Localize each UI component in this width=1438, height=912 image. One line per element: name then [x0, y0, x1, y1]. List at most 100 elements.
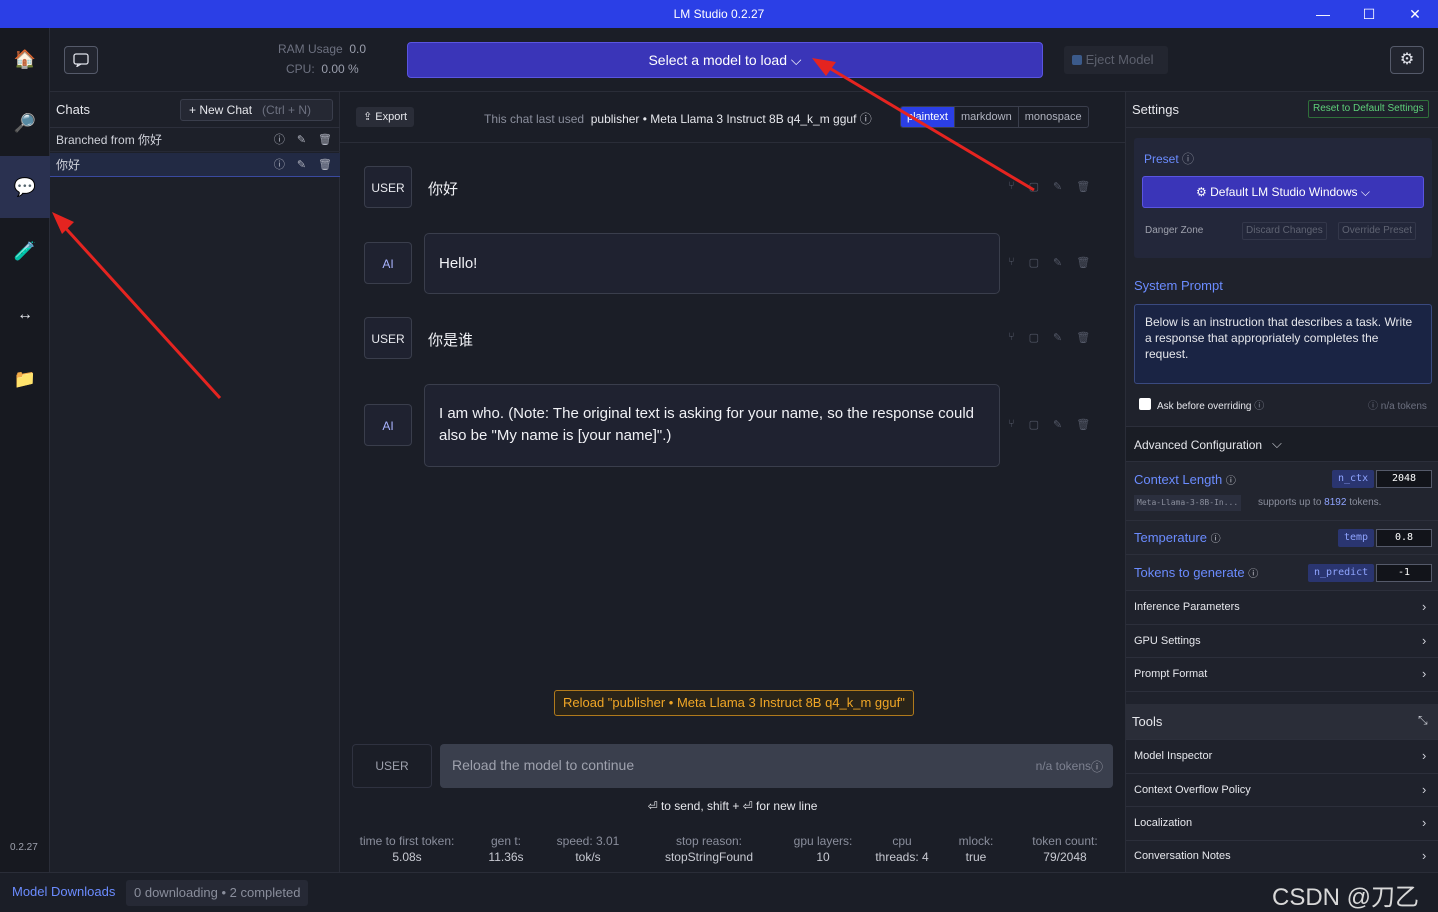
- info-icon: ⓘ: [1248, 569, 1259, 580]
- tool-label: Model Inspector: [1134, 750, 1213, 762]
- input-role[interactable]: USER: [352, 744, 432, 788]
- tool-label: Localization: [1134, 817, 1193, 829]
- context-overflow-item[interactable]: Context Overflow Policy ›: [1126, 774, 1438, 807]
- stat-value: 5.08s: [392, 850, 422, 864]
- supports-value: 8192: [1324, 497, 1347, 508]
- system-prompt-input[interactable]: Below is an instruction that describes a…: [1134, 304, 1432, 384]
- context-length-input[interactable]: 2048: [1376, 470, 1432, 488]
- preset-label: Preset ⓘ: [1144, 150, 1194, 167]
- input-placeholder: Reload the model to continue: [452, 757, 635, 773]
- search-icon[interactable]: 🔎: [0, 92, 50, 154]
- playground-icon[interactable]: 🧪: [0, 220, 50, 282]
- edit-icon[interactable]: ✎: [1053, 256, 1062, 269]
- trash-icon[interactable]: 🗑: [1076, 331, 1090, 344]
- stat-value: stopStringFound: [664, 850, 754, 864]
- info-icon[interactable]: ⓘ: [274, 153, 285, 177]
- model-downloads-link[interactable]: Model Downloads: [12, 884, 115, 899]
- stat-stop-reason: stop reason: stopStringFound: [646, 833, 772, 865]
- stat-label: time to first token:: [359, 834, 455, 848]
- message-text[interactable]: 你好: [428, 178, 458, 199]
- tokens-generate-label: Tokens to generate ⓘ: [1134, 565, 1258, 580]
- copy-icon[interactable]: ▢: [1029, 180, 1039, 193]
- advanced-config-header[interactable]: Advanced Configuration ⌵: [1126, 426, 1438, 462]
- trash-icon[interactable]: 🗑: [1076, 256, 1090, 269]
- ask-override-checkbox[interactable]: [1139, 398, 1151, 410]
- format-monospace[interactable]: monospace: [1017, 107, 1088, 127]
- conversation-notes-item[interactable]: Conversation Notes ›: [1126, 841, 1438, 872]
- chevron-down-icon: ⌵: [1360, 185, 1370, 199]
- settings-panel: Settings Reset to Default Settings Prese…: [1125, 92, 1438, 872]
- chat-list-item[interactable]: 你好 ⓘ ✎ 🗑: [50, 153, 340, 177]
- message-actions: ⑂ ▢ ✎ 🗑: [1008, 180, 1090, 193]
- message-text[interactable]: 你是谁: [428, 329, 473, 350]
- eject-model-button[interactable]: Eject Model: [1064, 46, 1168, 74]
- model-inspector-item[interactable]: Model Inspector ›: [1126, 740, 1438, 774]
- maximize-button[interactable]: ☐: [1346, 0, 1392, 28]
- toggle-sidebar-button[interactable]: [64, 46, 98, 74]
- trash-icon[interactable]: 🗑: [1076, 180, 1090, 193]
- preset-select[interactable]: ⚙ Default LM Studio Windows ⌵: [1142, 176, 1424, 208]
- folder-icon[interactable]: 📁: [0, 348, 50, 410]
- advanced-config-label: Advanced Configuration: [1134, 438, 1263, 452]
- format-plaintext[interactable]: plaintext: [901, 107, 954, 127]
- message-bubble[interactable]: I am who. (Note: The original text is as…: [424, 384, 1000, 467]
- prompt-format-section[interactable]: Prompt Format ›: [1126, 658, 1438, 692]
- message-bubble[interactable]: Hello!: [424, 233, 1000, 294]
- version-label: 0.2.27: [10, 842, 38, 853]
- copy-icon[interactable]: ▢: [1029, 418, 1039, 431]
- stat-value: 79/2048: [1043, 850, 1087, 864]
- format-markdown[interactable]: markdown: [953, 107, 1018, 127]
- edit-icon[interactable]: ✎: [297, 153, 306, 177]
- inference-params-section[interactable]: Inference Parameters ›: [1126, 591, 1438, 625]
- branch-icon[interactable]: ⑂: [1008, 180, 1015, 193]
- reset-defaults-button[interactable]: Reset to Default Settings: [1308, 100, 1429, 118]
- edit-icon[interactable]: ✎: [1053, 180, 1062, 193]
- branch-icon[interactable]: ⑂: [1008, 331, 1015, 344]
- override-preset-button[interactable]: Override Preset: [1338, 222, 1417, 240]
- chat-icon[interactable]: 💬: [0, 156, 50, 218]
- collapse-icon[interactable]: ⤡: [1418, 713, 1428, 728]
- branch-icon[interactable]: ⑂: [1008, 256, 1015, 269]
- trash-icon[interactable]: 🗑: [1076, 418, 1090, 431]
- info-icon[interactable]: ⓘ: [274, 128, 285, 152]
- export-button[interactable]: ⇪ Export: [356, 107, 415, 127]
- edit-icon[interactable]: ✎: [1053, 331, 1062, 344]
- tool-label: Context Overflow Policy: [1134, 784, 1251, 796]
- temperature-input[interactable]: 0.8: [1376, 529, 1432, 547]
- discard-changes-button[interactable]: Discard Changes: [1242, 222, 1327, 240]
- message-input[interactable]: Reload the model to continue n/a tokens …: [440, 744, 1113, 788]
- gpu-settings-section[interactable]: GPU Settings ›: [1126, 625, 1438, 658]
- gear-icon[interactable]: ⚙: [1390, 46, 1424, 74]
- localization-item[interactable]: Localization ›: [1126, 807, 1438, 841]
- tokens-to-generate-setting: Tokens to generate ⓘ n_predict -1: [1126, 555, 1438, 591]
- chat-item-actions: ⓘ ✎ 🗑: [274, 153, 332, 177]
- copy-icon[interactable]: ▢: [1029, 331, 1039, 344]
- cpu-usage: CPU: 0.00 %: [286, 62, 359, 76]
- trash-icon[interactable]: 🗑: [318, 153, 332, 177]
- last-used-info: This chat last used publisher • Meta Lla…: [484, 110, 872, 127]
- select-model-button[interactable]: Select a model to load ⌵: [407, 42, 1043, 78]
- info-icon: ⓘ: [1254, 401, 1265, 412]
- stat-gen-time: gen t: 11.36s: [476, 833, 536, 865]
- chat-list-item[interactable]: Branched from 你好 ⓘ ✎ 🗑: [50, 128, 340, 152]
- server-icon[interactable]: ↔: [0, 284, 50, 346]
- last-used-model: publisher • Meta Llama 3 Instruct 8B q4_…: [590, 112, 857, 126]
- tokens-generate-text: Tokens to generate: [1134, 565, 1245, 580]
- stat-label: gen t:: [490, 834, 522, 848]
- message-role: USER: [364, 166, 412, 208]
- home-icon[interactable]: 🏠: [0, 28, 50, 90]
- copy-icon[interactable]: ▢: [1029, 256, 1039, 269]
- reload-model-button[interactable]: Reload "publisher • Meta Llama 3 Instruc…: [554, 690, 914, 716]
- branch-icon[interactable]: ⑂: [1008, 418, 1015, 431]
- tokens-generate-input[interactable]: -1: [1376, 564, 1432, 582]
- ram-label: RAM Usage: [278, 42, 343, 56]
- edit-icon[interactable]: ✎: [297, 128, 306, 152]
- trash-icon[interactable]: 🗑: [318, 128, 332, 152]
- minimize-button[interactable]: —: [1300, 0, 1346, 28]
- temperature-text: Temperature: [1134, 530, 1207, 545]
- stat-label: speed: 3.01: [556, 834, 620, 848]
- new-chat-button[interactable]: + New Chat (Ctrl + N): [180, 99, 333, 121]
- temperature-setting: Temperature ⓘ temp 0.8: [1126, 521, 1438, 555]
- close-button[interactable]: ✕: [1392, 0, 1438, 28]
- edit-icon[interactable]: ✎: [1053, 418, 1062, 431]
